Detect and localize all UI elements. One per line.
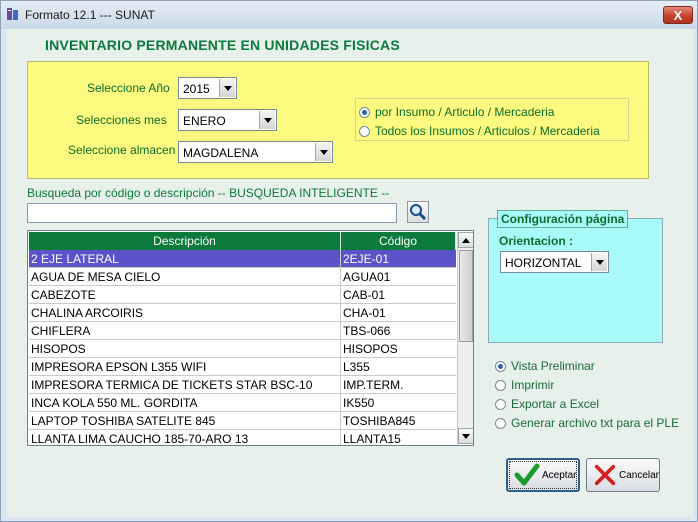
- cell-code: HISOPOS: [341, 340, 456, 358]
- radio-icon[interactable]: [495, 417, 506, 429]
- option-export-excel[interactable]: Exportar a Excel: [495, 397, 599, 411]
- table-row[interactable]: LAPTOP TOSHIBA SATELITE 845 TOSHIBA845: [29, 412, 456, 430]
- cell-description: IMPRESORA EPSON L355 WIFI: [29, 358, 341, 376]
- chevron-down-icon[interactable]: [591, 253, 607, 271]
- page-title: INVENTARIO PERMANENTE EN UNIDADES FISICA…: [45, 37, 400, 53]
- option-label: Vista Preliminar: [511, 359, 595, 373]
- radio-selected-icon[interactable]: [359, 106, 370, 118]
- warehouse-select[interactable]: MAGDALENA: [178, 141, 333, 163]
- chevron-down-icon[interactable]: [259, 111, 275, 129]
- close-button[interactable]: X: [663, 6, 693, 24]
- chevron-down-icon[interactable]: [219, 79, 235, 97]
- option-generate-ple[interactable]: Generar archivo txt para el PLE: [495, 416, 679, 430]
- orientation-value: HORIZONTAL: [505, 256, 582, 270]
- search-button[interactable]: [407, 201, 429, 223]
- app-icon: [7, 8, 18, 20]
- cell-code: TBS-066: [341, 322, 456, 340]
- scope-option-item[interactable]: por Insumo / Articulo / Mercaderia: [359, 105, 554, 119]
- scroll-thumb[interactable]: [459, 250, 473, 342]
- window-title: Formato 12.1 --- SUNAT: [25, 8, 155, 22]
- chevron-down-icon[interactable]: [315, 143, 331, 161]
- cell-code: IK550: [341, 394, 456, 412]
- table-row[interactable]: AGUA DE MESA CIELO AGUA01: [29, 268, 456, 286]
- table-row[interactable]: LLANTA LIMA CAUCHO 185-70-ARO 13 LLANTA15: [29, 430, 456, 445]
- cell-code: AGUA01: [341, 268, 456, 286]
- title-bar: Formato 12.1 --- SUNAT X: [1, 1, 697, 29]
- scroll-down-icon[interactable]: [458, 428, 473, 444]
- cancel-x-icon: [594, 464, 616, 486]
- option-preview[interactable]: Vista Preliminar: [495, 359, 595, 373]
- radio-icon[interactable]: [359, 125, 370, 137]
- search-label: Busqueda por código o descripción -- BUS…: [27, 186, 390, 200]
- orientation-select[interactable]: HORIZONTAL: [500, 251, 609, 273]
- table-row[interactable]: INCA KOLA 550 ML. GORDITA IK550: [29, 394, 456, 412]
- cell-code: CHA-01: [341, 304, 456, 322]
- column-header-code[interactable]: Código: [341, 232, 456, 250]
- table-row[interactable]: CHALINA ARCOIRIS CHA-01: [29, 304, 456, 322]
- month-select[interactable]: ENERO: [178, 109, 277, 131]
- cell-description: 2 EJE LATERAL: [29, 250, 341, 268]
- table-row[interactable]: IMPRESORA EPSON L355 WIFI L355: [29, 358, 456, 376]
- option-label: Exportar a Excel: [511, 397, 600, 411]
- cell-code: TOSHIBA845: [341, 412, 456, 430]
- cell-code: LLANTA15: [341, 430, 456, 445]
- cell-description: HISOPOS: [29, 340, 341, 358]
- table-row[interactable]: IMPRESORA TERMICA DE TICKETS STAR BSC-10…: [29, 376, 456, 394]
- month-value: ENERO: [183, 114, 226, 128]
- cancel-label: Cancelar: [618, 469, 659, 481]
- page-config-title: Configuración página: [497, 210, 629, 228]
- cell-code: IMP.TERM.: [341, 376, 456, 394]
- cell-code: 2EJE-01: [341, 250, 456, 268]
- cell-code: L355: [341, 358, 456, 376]
- scope-option-all[interactable]: Todos los Insumos / Articulos / Mercader…: [359, 124, 600, 138]
- cell-description: CHALINA ARCOIRIS: [29, 304, 341, 322]
- radio-selected-icon[interactable]: [495, 360, 506, 372]
- grid-scrollbar[interactable]: [457, 232, 473, 444]
- cell-description: LLANTA LIMA CAUCHO 185-70-ARO 13: [29, 430, 341, 445]
- cancel-button[interactable]: Cancelar: [586, 458, 660, 492]
- scroll-up-icon[interactable]: [458, 232, 473, 248]
- radio-icon[interactable]: [495, 379, 506, 391]
- table-row[interactable]: CABEZOTE CAB-01: [29, 286, 456, 304]
- product-grid[interactable]: Descripción Código 2 EJE LATERAL 2EJE-01 …: [27, 230, 474, 446]
- table-row[interactable]: HISOPOS HISOPOS: [29, 340, 456, 358]
- option-print[interactable]: Imprimir: [495, 378, 554, 392]
- accept-button[interactable]: Aceptar: [506, 458, 580, 492]
- close-icon: X: [673, 8, 683, 23]
- table-row[interactable]: 2 EJE LATERAL 2EJE-01: [29, 250, 456, 268]
- search-icon: [410, 204, 427, 221]
- option-label: Generar archivo txt para el PLE: [511, 416, 680, 430]
- cell-code: CAB-01: [341, 286, 456, 304]
- cell-description: AGUA DE MESA CIELO: [29, 268, 341, 286]
- checkmark-icon: [514, 463, 540, 486]
- year-select[interactable]: 2015: [178, 77, 237, 99]
- cell-description: LAPTOP TOSHIBA SATELITE 845: [29, 412, 341, 430]
- year-label: Seleccione Año: [87, 81, 170, 95]
- cell-description: IMPRESORA TERMICA DE TICKETS STAR BSC-10: [29, 376, 341, 394]
- cell-description: CHIFLERA: [29, 322, 341, 340]
- year-value: 2015: [183, 82, 210, 96]
- search-input[interactable]: [27, 203, 397, 223]
- option-label: Imprimir: [511, 378, 555, 392]
- cell-description: CABEZOTE: [29, 286, 341, 304]
- scope-option-label: por Insumo / Articulo / Mercaderia: [375, 105, 555, 119]
- radio-icon[interactable]: [495, 398, 506, 410]
- accept-label: Aceptar: [542, 469, 577, 481]
- scope-option-label: Todos los Insumos / Articulos / Mercader…: [375, 124, 600, 138]
- warehouse-label: Seleccione almacen: [68, 143, 176, 157]
- month-label: Selecciones mes: [76, 113, 167, 127]
- table-row[interactable]: CHIFLERA TBS-066: [29, 322, 456, 340]
- orientation-label: Orientacion :: [499, 234, 574, 248]
- column-header-description[interactable]: Descripción: [29, 232, 341, 250]
- warehouse-value: MAGDALENA: [183, 146, 259, 160]
- cell-description: INCA KOLA 550 ML. GORDITA: [29, 394, 341, 412]
